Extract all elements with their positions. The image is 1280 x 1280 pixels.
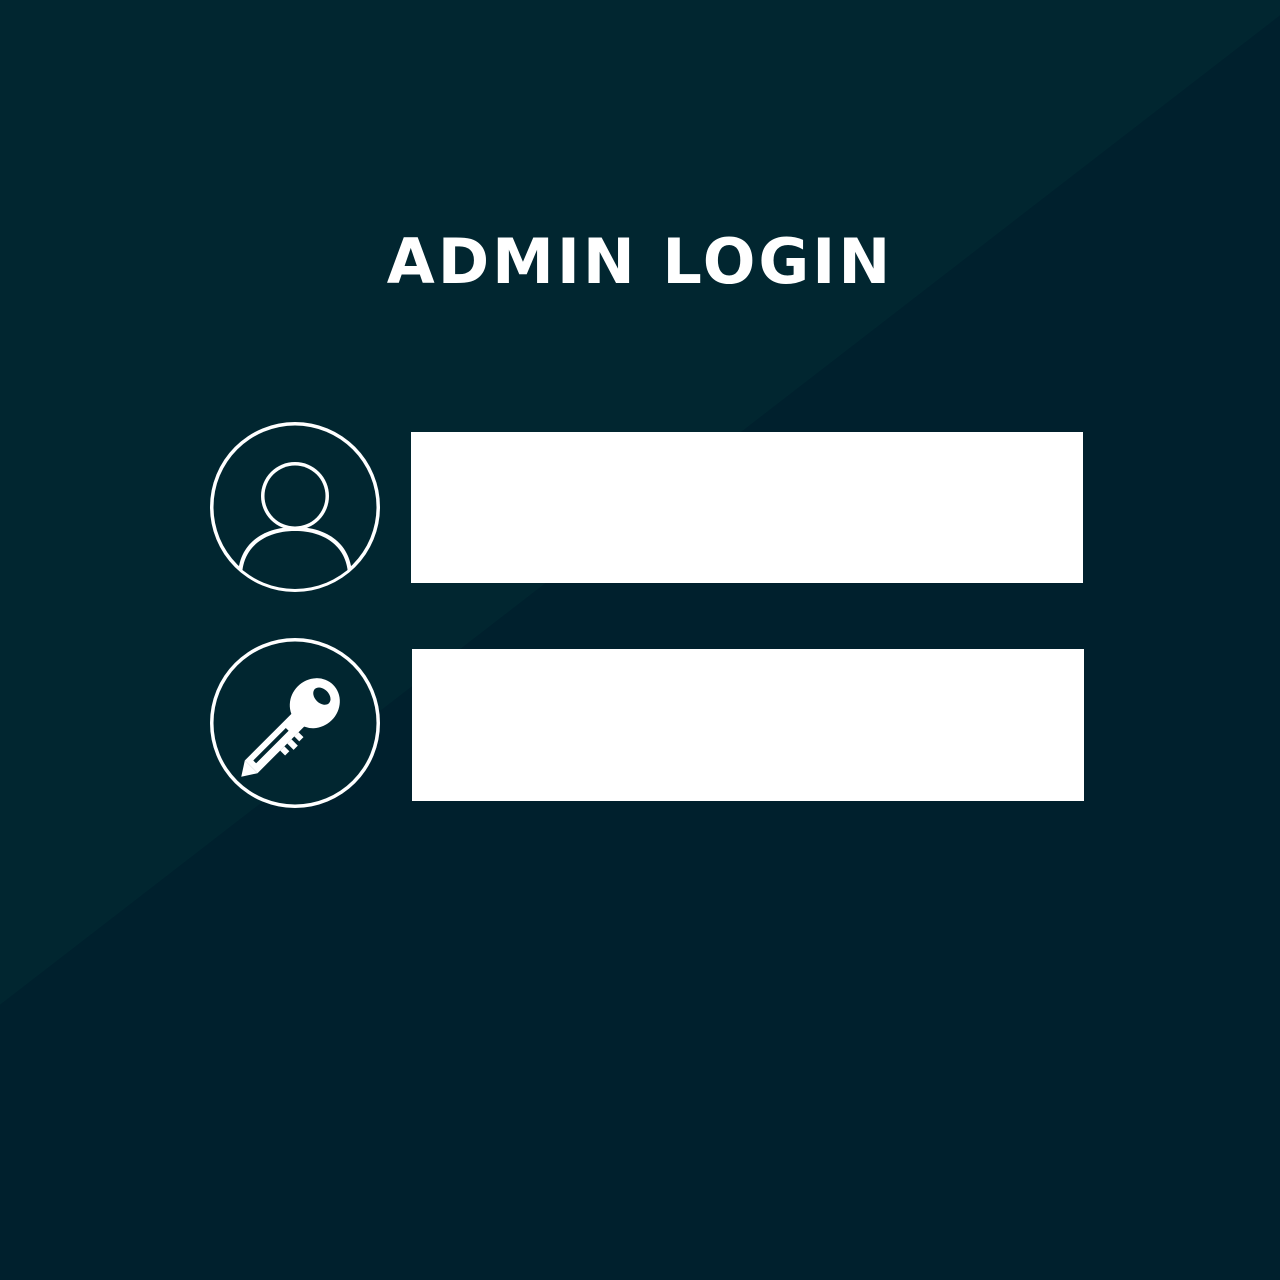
password-input[interactable] — [412, 649, 1084, 801]
user-icon — [210, 422, 380, 592]
page-title: ADMIN LOGIN — [386, 225, 894, 298]
background-diagonal-band — [0, 0, 1280, 1005]
username-input[interactable] — [411, 432, 1083, 583]
admin-login-screen: ADMIN LOGIN — [0, 0, 1280, 1280]
key-icon — [210, 638, 380, 808]
